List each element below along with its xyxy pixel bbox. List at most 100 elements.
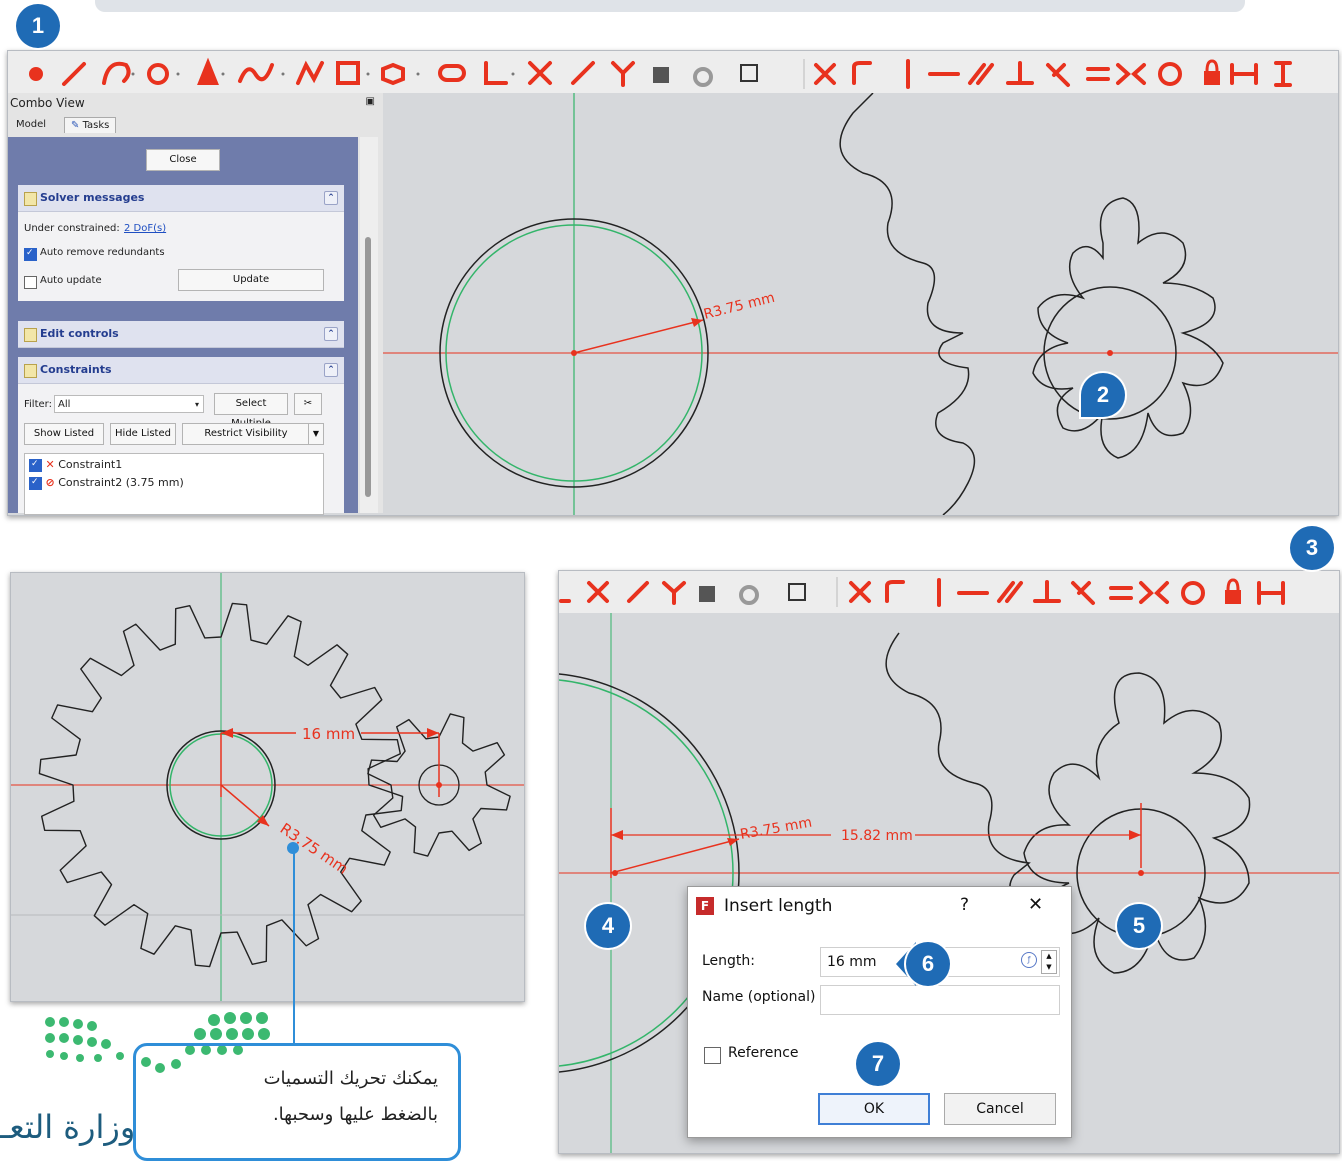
filter-select[interactable]: All ▾ [54, 395, 204, 413]
split-tool-icon [611, 61, 635, 87]
spin-buttons[interactable]: ▲ ▼ [1041, 950, 1057, 974]
close-icon[interactable]: ✕ [1028, 894, 1043, 915]
auto-remove-checkbox[interactable] [24, 248, 37, 261]
block-constraint-icon [1158, 62, 1182, 86]
constraint-toolbar [559, 571, 1339, 614]
combo-view-panel: Combo View ▣ Model ✎ Tasks Close Solver … [8, 93, 384, 515]
radius-icon: ⊘ [45, 476, 55, 489]
close-button[interactable]: Close [146, 149, 220, 171]
edit-controls-header[interactable]: Edit controls ⌃ [18, 321, 344, 348]
sketch-3d-view[interactable]: R3.75 mm [383, 93, 1338, 515]
restrict-visibility-button[interactable]: Restrict Visibility [182, 423, 310, 445]
panel-icon [24, 328, 37, 342]
external-geometry-icon [699, 586, 715, 602]
select-multiple-button[interactable]: Select Multiple [214, 393, 288, 429]
step-badge-1: 1 [16, 4, 60, 48]
parallel-constraint-icon [968, 63, 994, 85]
circle-tool-icon [147, 63, 169, 85]
update-button[interactable]: Update [178, 269, 324, 291]
horizontal-distance-icon [1257, 581, 1285, 605]
reference-checkbox[interactable] [704, 1047, 721, 1064]
coincident-constraint-icon [814, 63, 836, 85]
expression-icon[interactable]: ƒ [1021, 952, 1037, 968]
construction-mode-icon [788, 583, 806, 601]
callout-line-1: يمكنك تحريك التسميات [263, 1068, 438, 1089]
expand-icon[interactable]: ⌃ [324, 327, 338, 341]
small-gear-center-point[interactable] [1107, 350, 1113, 356]
cancel-button[interactable]: Cancel [944, 1093, 1056, 1125]
list-item[interactable]: ⊘ Constraint2 (3.75 mm) [29, 476, 184, 490]
chevron-down-icon[interactable]: ▼ [308, 423, 324, 445]
step-badge-7: 7 [856, 1042, 900, 1086]
distance-label[interactable]: 15.82 mm [841, 828, 913, 844]
tab-tasks-label: Tasks [82, 120, 110, 131]
collapse-icon[interactable]: ⌃ [324, 363, 338, 377]
visibility-checkbox[interactable] [29, 476, 42, 490]
conic-tool-icon [197, 57, 219, 85]
length-value: 16 mm [827, 954, 877, 970]
step-badge-2: 2 [1081, 373, 1125, 417]
dialog-title: Insert length [724, 896, 833, 916]
float-panel-icon[interactable]: ▣ [366, 96, 375, 107]
polygon-tool-icon [381, 62, 405, 86]
visibility-checkbox[interactable] [29, 458, 42, 472]
tab-tasks[interactable]: ✎ Tasks [64, 117, 117, 133]
scrollbar-thumb[interactable] [365, 237, 371, 497]
construction-mode-icon [740, 64, 758, 82]
reference-label: Reference [728, 1045, 799, 1061]
carbon-copy-icon [693, 67, 713, 87]
solver-messages-header[interactable]: Solver messages ⌃ [18, 185, 344, 212]
slot-tool-icon [438, 64, 466, 82]
extend-tool-icon [627, 581, 649, 603]
tasks-area: Close Solver messages ⌃ Under constraine… [8, 137, 358, 515]
line-tool-icon [62, 62, 86, 86]
list-item[interactable]: ✕ Constraint1 [29, 458, 122, 472]
point-on-object-icon [852, 61, 872, 85]
collapse-icon[interactable]: ⌃ [324, 191, 338, 205]
parallel-constraint-icon [997, 581, 1023, 603]
hide-listed-button[interactable]: Hide Listed [110, 423, 176, 445]
filter-value: All [58, 399, 71, 410]
small-gear-center-point[interactable] [1138, 870, 1144, 876]
gear-pair-view[interactable]: 16 mm R3.75 mm [11, 573, 524, 1001]
constraint-label: Constraint1 [58, 458, 123, 471]
constraints-list: ✕ Constraint1 ⊘ Constraint2 (3.75 mm) [24, 453, 324, 515]
tab-model[interactable]: Model [10, 117, 52, 132]
header-bar [95, 0, 1245, 12]
equal-constraint-icon [1109, 586, 1133, 600]
gear-pair-screenshot: 16 mm R3.75 mm [10, 572, 525, 1002]
step-badge-5: 5 [1117, 904, 1161, 948]
sketcher-toolbar [8, 51, 1338, 96]
ok-button[interactable]: OK [818, 1093, 930, 1125]
equal-constraint-icon [1086, 67, 1110, 81]
show-listed-button[interactable]: Show Listed [24, 423, 104, 445]
distance-label[interactable]: 16 mm [302, 725, 355, 743]
lock-constraint-icon [1204, 71, 1220, 85]
tasks-icon: ✎ [71, 120, 80, 131]
freecad-app-icon: F [696, 897, 714, 915]
ministry-logo-text: وزارة التعـ [0, 1108, 136, 1146]
chevron-down-icon: ▾ [194, 400, 199, 409]
edit-controls-panel: Edit controls ⌃ [18, 321, 344, 348]
name-input[interactable] [820, 985, 1060, 1015]
drag-labels-callout: يمكنك تحريك التسميات بالضغط عليها وسحبها… [133, 1043, 461, 1161]
bspline-tool-icon [238, 63, 274, 83]
toolbar-icons [559, 577, 1285, 607]
perpendicular-constraint-icon [1006, 61, 1034, 85]
vertical-distance-icon [1274, 61, 1292, 87]
dof-link[interactable]: 2 DoF(s) [124, 223, 166, 234]
panel-icon [24, 364, 37, 378]
origin-point[interactable] [571, 350, 577, 356]
constraints-header[interactable]: Constraints ⌃ [18, 357, 344, 384]
under-constrained-label: Under constrained: [24, 223, 120, 234]
scrollbar[interactable] [360, 137, 378, 513]
settings-tool-icon[interactable]: ✂ [294, 393, 322, 415]
point-on-object-icon [885, 580, 905, 603]
step-badge-3: 3 [1290, 526, 1334, 570]
coincident-constraint-icon [849, 581, 871, 603]
step-badge-6: 6 [906, 942, 950, 986]
help-button[interactable]: ? [960, 895, 969, 915]
auto-update-checkbox[interactable] [24, 276, 37, 289]
auto-remove-label: Auto remove redundants [40, 247, 165, 258]
rectangle-tool-icon [336, 61, 360, 85]
